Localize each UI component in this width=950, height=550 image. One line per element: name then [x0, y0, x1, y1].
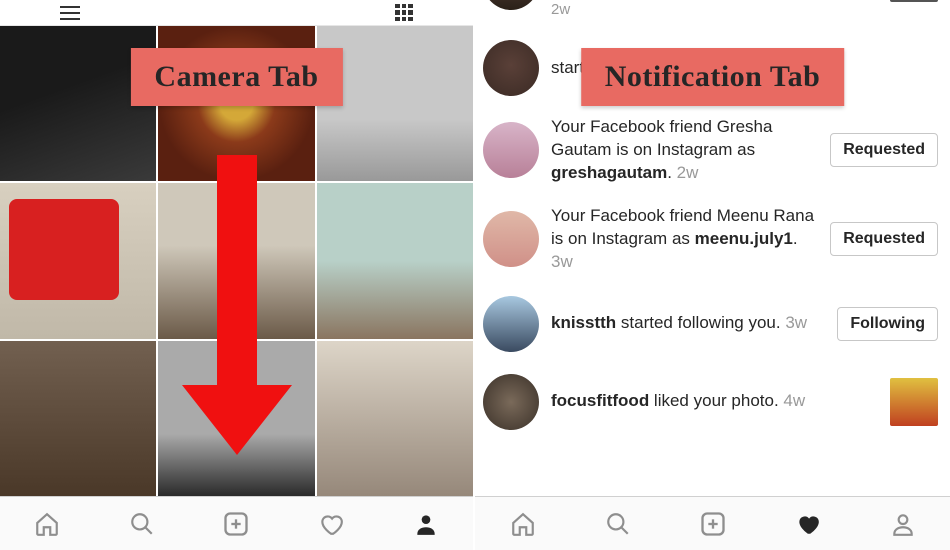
notification-text: Your Facebook friend Gresha Gautam is on… [551, 116, 818, 185]
add-post-icon[interactable] [222, 510, 250, 538]
left-top-bar [0, 0, 473, 26]
heart-icon[interactable] [317, 510, 345, 538]
avatar[interactable] [483, 0, 539, 10]
arrow-annotation [207, 155, 267, 455]
profile-icon[interactable] [889, 510, 917, 538]
notification-row[interactable]: Your Facebook friend Gresha Gautam is on… [475, 106, 950, 195]
photo-thumbnail[interactable] [890, 0, 938, 2]
heart-icon[interactable] [794, 510, 822, 538]
list-view-icon[interactable] [60, 6, 80, 20]
notification-text: knisstth started following you. 3w [551, 312, 825, 335]
grid-photo[interactable] [0, 341, 156, 496]
notification-text: focusfitfood liked your photo. 4w [551, 390, 878, 413]
grid-photo[interactable] [317, 183, 473, 338]
home-icon[interactable] [509, 510, 537, 538]
following-button[interactable]: Following [837, 307, 938, 341]
notification-text: 2w [551, 0, 878, 20]
search-icon[interactable] [604, 510, 632, 538]
left-phone-camera-tab: Camera Tab [0, 0, 475, 550]
notification-row[interactable]: 2w [475, 0, 950, 30]
photo-thumbnail[interactable] [890, 378, 938, 426]
avatar[interactable] [483, 374, 539, 430]
notification-row[interactable]: Your Facebook friend Meenu Rana is on In… [475, 195, 950, 284]
bottom-nav-left [0, 496, 473, 550]
notification-text: Your Facebook friend Meenu Rana is on In… [551, 205, 818, 274]
camera-tab-label: Camera Tab [130, 48, 342, 106]
requested-button[interactable]: Requested [830, 133, 938, 167]
add-post-icon[interactable] [699, 510, 727, 538]
notification-tab-label: Notification Tab [581, 48, 845, 106]
grid-view-icon[interactable] [395, 4, 413, 22]
avatar[interactable] [483, 40, 539, 96]
grid-photo[interactable] [317, 341, 473, 496]
avatar[interactable] [483, 296, 539, 352]
avatar[interactable] [483, 211, 539, 267]
bottom-nav-right [475, 496, 950, 550]
grid-photo[interactable] [0, 183, 156, 338]
avatar[interactable] [483, 122, 539, 178]
notification-row[interactable]: knisstth started following you. 3w Follo… [475, 284, 950, 364]
home-icon[interactable] [33, 510, 61, 538]
notification-row[interactable]: focusfitfood liked your photo. 4w [475, 364, 950, 440]
requested-button[interactable]: Requested [830, 222, 938, 256]
profile-icon[interactable] [412, 510, 440, 538]
right-phone-notification-tab: 2w started following you. 2w Your Facebo… [475, 0, 950, 550]
search-icon[interactable] [128, 510, 156, 538]
